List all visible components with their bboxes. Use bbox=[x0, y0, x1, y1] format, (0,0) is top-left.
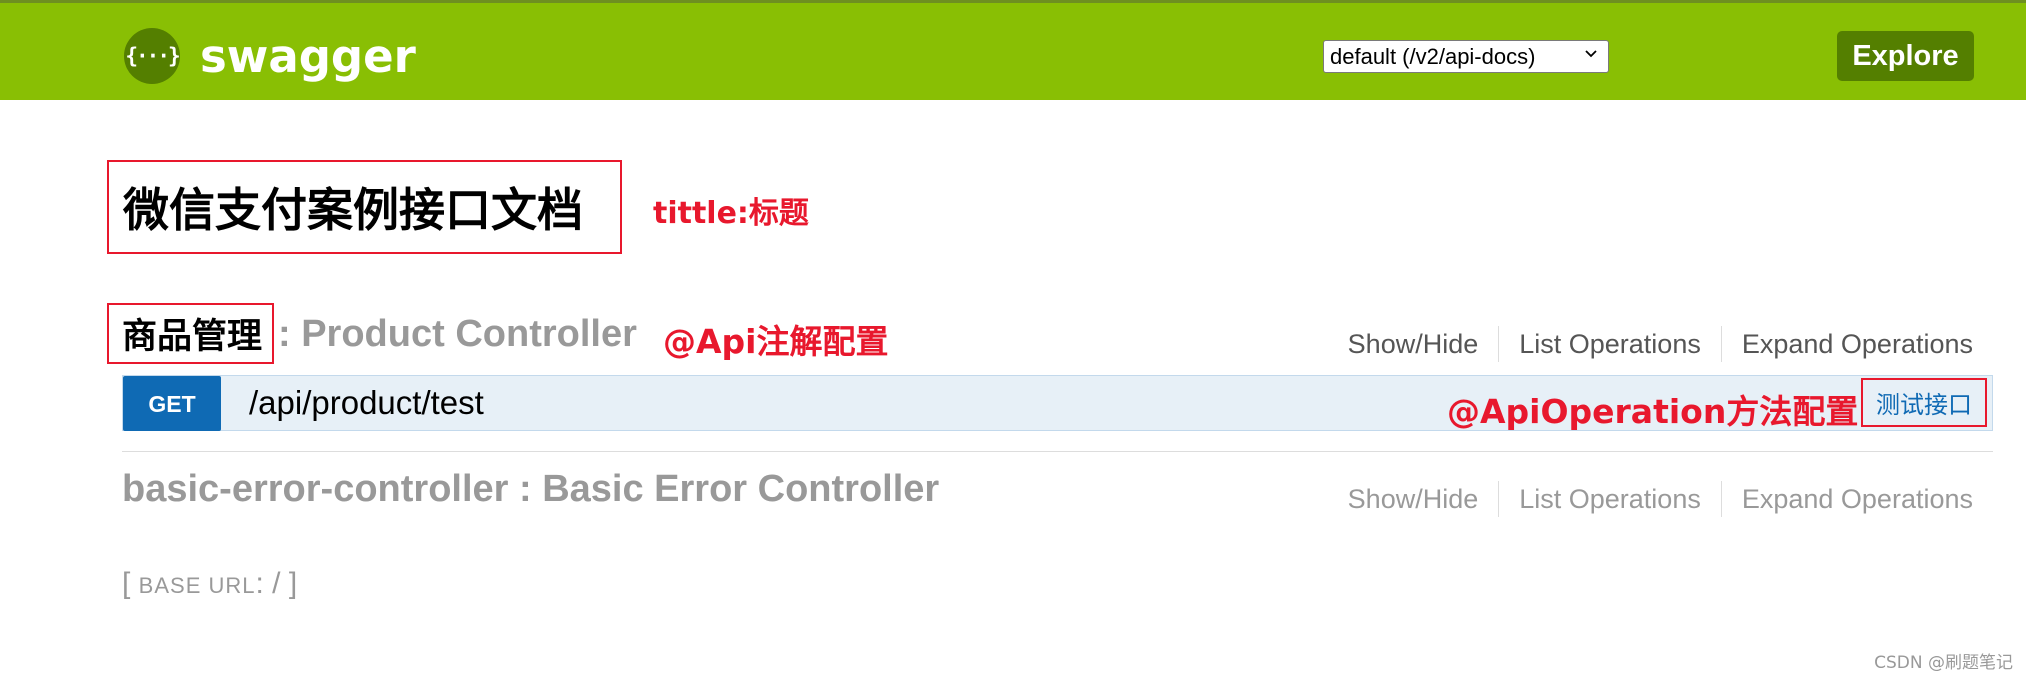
swagger-logo[interactable]: {···} swagger bbox=[124, 28, 416, 84]
resource-name-basic-error[interactable]: basic-error-controller : Basic Error Con… bbox=[122, 468, 939, 511]
operation-annotation: @ApiOperation方法配置 bbox=[1447, 392, 1859, 431]
operation-summary-link[interactable]: 测试接口 bbox=[1876, 385, 1972, 420]
show-hide-link[interactable]: Show/Hide bbox=[1328, 326, 1499, 362]
spec-select-value: default (/v2/api-docs) bbox=[1330, 43, 1536, 69]
top-bar: {···} swagger default (/v2/api-docs) Exp… bbox=[0, 0, 2026, 100]
resource-name-highlight: 商品管理 bbox=[107, 303, 274, 364]
expand-operations-link[interactable]: Expand Operations bbox=[1720, 481, 1973, 517]
resource-description[interactable]: : Product Controller bbox=[278, 313, 637, 356]
operation-path[interactable]: /api/product/test bbox=[249, 384, 484, 422]
watermark: CSDN @刷题笔记 bbox=[1874, 653, 2013, 673]
resource-actions: Show/Hide List Operations Expand Operati… bbox=[1328, 326, 1973, 362]
http-method-badge[interactable]: GET bbox=[123, 376, 221, 431]
resource-divider bbox=[122, 451, 1993, 452]
api-title: 微信支付案例接口文档 bbox=[123, 183, 583, 237]
base-url: [ BASE URL: / ] bbox=[122, 567, 297, 601]
api-spec-select[interactable]: default (/v2/api-docs) bbox=[1323, 40, 1609, 73]
base-url-open: [ bbox=[122, 567, 139, 600]
base-url-label: BASE URL bbox=[138, 573, 256, 598]
swagger-logo-icon: {···} bbox=[124, 28, 181, 84]
resource-actions-basic-error: Show/Hide List Operations Expand Operati… bbox=[1328, 481, 1973, 517]
chevron-down-icon bbox=[1584, 47, 1598, 66]
list-operations-link[interactable]: List Operations bbox=[1498, 326, 1721, 362]
show-hide-link[interactable]: Show/Hide bbox=[1328, 481, 1499, 517]
expand-operations-link[interactable]: Expand Operations bbox=[1720, 326, 1973, 362]
logo-text: swagger bbox=[200, 29, 416, 83]
resource-name-link[interactable]: 商品管理 bbox=[122, 308, 262, 359]
list-operations-link[interactable]: List Operations bbox=[1498, 481, 1721, 517]
explore-button[interactable]: Explore bbox=[1837, 31, 1974, 81]
api-annotation: @Api注解配置 bbox=[663, 322, 889, 361]
operation-summary-highlight: 测试接口 bbox=[1861, 378, 1987, 427]
base-url-value: : / ] bbox=[255, 567, 298, 600]
api-title-highlight: 微信支付案例接口文档 bbox=[107, 160, 622, 254]
title-annotation: tittle:标题 bbox=[653, 196, 809, 231]
